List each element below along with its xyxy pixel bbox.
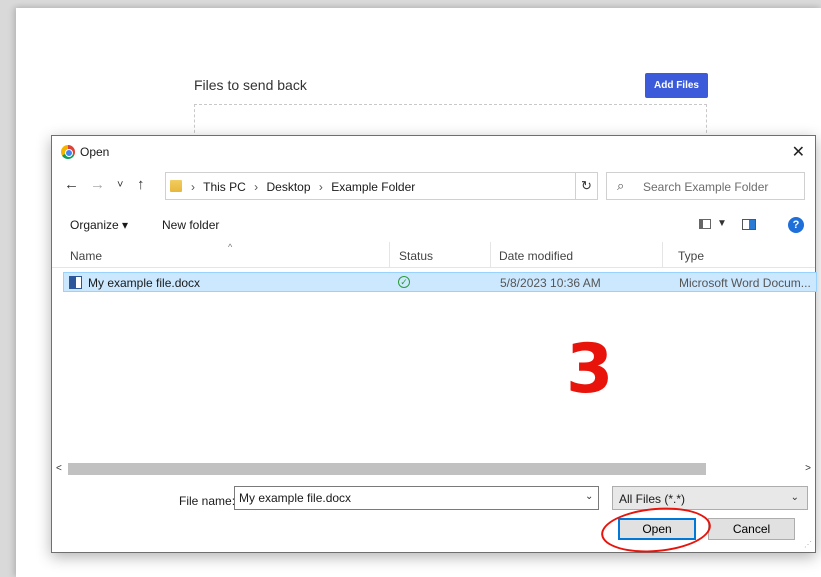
column-divider[interactable] [490, 242, 491, 268]
view-options-chevron-icon[interactable]: ▼ [717, 218, 727, 229]
column-status[interactable]: Status [399, 249, 433, 263]
file-name-label: File name: [179, 494, 236, 508]
file-list-header: Name ^ Status Date modified Type [52, 242, 815, 268]
close-icon[interactable]: ✕ [792, 142, 805, 162]
add-files-button[interactable]: Add Files [645, 73, 708, 98]
scrollbar-thumb[interactable] [68, 463, 706, 475]
file-type-chevron-icon: ⌄ [790, 492, 799, 503]
file-name-dropdown-chevron-icon[interactable]: ⌄ [585, 491, 593, 502]
open-file-dialog: Open ✕ ← → ˅ ↑ › This PC › Desktop › Exa… [51, 135, 817, 557]
column-type[interactable]: Type [678, 249, 704, 263]
back-arrow-icon[interactable]: ← [64, 176, 79, 194]
file-name-field[interactable] [234, 486, 599, 510]
breadcrumb-separator: › [318, 180, 323, 194]
preview-pane-icon[interactable] [742, 219, 756, 230]
column-date-modified[interactable]: Date modified [499, 249, 573, 263]
scroll-left-arrow-icon[interactable]: < [56, 461, 62, 477]
help-icon[interactable]: ? [788, 217, 804, 233]
file-type-value: All Files (*.*) [619, 492, 686, 506]
column-divider[interactable] [662, 242, 663, 268]
scroll-right-arrow-icon[interactable]: > [805, 461, 811, 477]
recent-locations-chevron-icon[interactable]: ˅ [117, 176, 123, 194]
file-name-cell: My example file.docx [88, 276, 201, 290]
address-bar[interactable]: › This PC › Desktop › Example Folder ⌄ [165, 172, 662, 200]
command-toolbar: Organize ▾ New folder ▼ ? [52, 212, 815, 236]
view-options-icon[interactable] [699, 219, 711, 229]
synced-check-icon: ✓ [398, 276, 410, 288]
breadcrumb-this-pc[interactable]: This PC [203, 180, 246, 194]
new-folder-button[interactable]: New folder [162, 218, 219, 232]
step-number-annotation: 3 [566, 330, 614, 409]
files-to-send-back-heading: Files to send back [194, 77, 307, 93]
file-type-cell: Microsoft Word Docum... [679, 276, 811, 290]
highlight-circle-annotation [599, 503, 713, 557]
breadcrumb-separator: › [191, 180, 195, 194]
search-icon: ⌕ [617, 178, 625, 193]
horizontal-scrollbar[interactable]: < > [52, 461, 815, 477]
folder-icon [170, 180, 182, 192]
refresh-button[interactable]: ↻ [576, 172, 598, 200]
dialog-title: Open [80, 145, 110, 159]
refresh-icon: ↻ [581, 178, 592, 193]
chrome-icon [61, 145, 75, 159]
forward-arrow-icon[interactable]: → [90, 176, 105, 194]
cancel-button[interactable]: Cancel [708, 518, 795, 540]
file-type-select[interactable]: All Files (*.*) ⌄ [612, 486, 808, 510]
word-document-icon [69, 276, 82, 289]
file-row-selected[interactable]: My example file.docx ✓ 5/8/2023 10:36 AM… [63, 272, 817, 292]
breadcrumb-example-folder[interactable]: Example Folder [331, 180, 415, 194]
search-input[interactable]: ⌕ Search Example Folder [606, 172, 805, 200]
up-arrow-icon[interactable]: ↑ [137, 176, 145, 194]
breadcrumb-separator: › [254, 180, 259, 194]
navigation-row: ← → ˅ ↑ › This PC › Desktop › Example Fo… [52, 172, 815, 200]
organize-menu[interactable]: Organize ▾ [70, 218, 128, 232]
breadcrumb: › This PC › Desktop › Example Folder [186, 180, 415, 194]
file-date-cell: 5/8/2023 10:36 AM [500, 276, 601, 290]
breadcrumb-desktop[interactable]: Desktop [267, 180, 311, 194]
column-name[interactable]: Name [70, 249, 102, 263]
resize-grip-icon[interactable]: ⋰ [804, 541, 812, 549]
search-placeholder: Search Example Folder [643, 180, 769, 194]
sort-ascending-icon: ^ [228, 242, 233, 252]
dialog-titlebar: Open ✕ [52, 136, 815, 168]
column-divider[interactable] [389, 242, 390, 268]
